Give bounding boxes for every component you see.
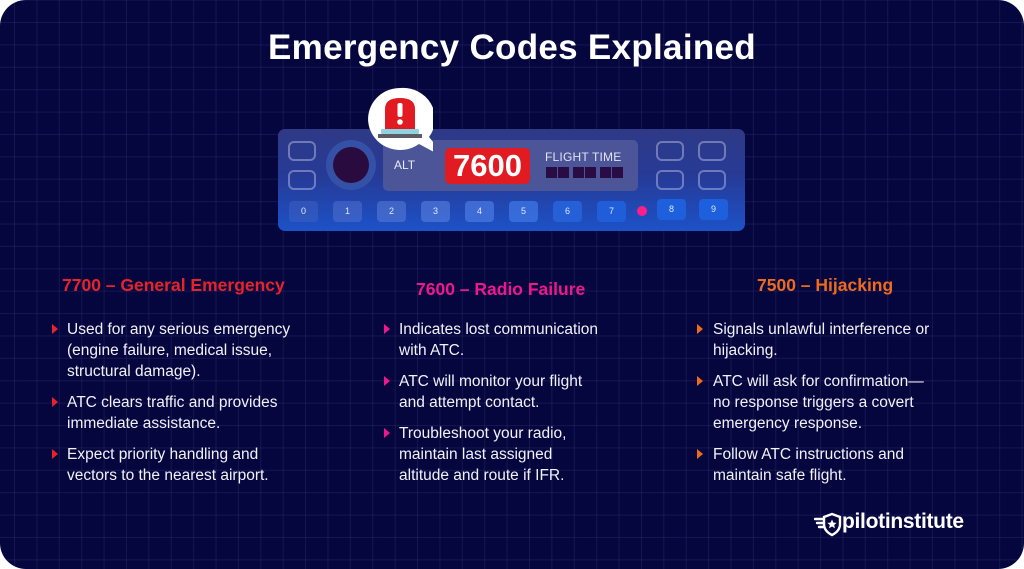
- transponder-function-button: [288, 170, 316, 190]
- page-title: Emergency Codes Explained: [268, 28, 756, 67]
- flight-time-label: FLIGHT TIME: [545, 150, 622, 164]
- bullet-icon: [697, 324, 703, 334]
- transponder-key-8: 8: [657, 199, 686, 220]
- bullet-line: Used for any serious emergency: [67, 321, 291, 338]
- code-7600-heading: 7600 – Radio Failure: [416, 279, 586, 299]
- flight-time-digit: [573, 167, 584, 178]
- bullet-line: maintain safe flight.: [713, 467, 847, 484]
- flight-time-digit: [546, 167, 557, 178]
- transponder-knob: [333, 147, 369, 183]
- infographic-card: Emergency Codes Explained ALT 7600 FLIGH…: [0, 0, 1024, 569]
- transponder-key-6: 6: [553, 201, 582, 222]
- transponder-key-0: 0: [289, 201, 318, 222]
- bullet-line: Indicates lost communication: [399, 321, 599, 338]
- bullet-line: ATC will ask for confirmation—: [713, 373, 924, 390]
- flight-time-digit: [585, 167, 596, 178]
- bullet-line: Signals unlawful interference or: [713, 321, 930, 338]
- bullet-text: ATC will monitor your flight and attempt…: [399, 371, 582, 413]
- alert-bubble: [368, 87, 433, 152]
- transponder-function-button: [656, 141, 684, 161]
- flight-time-digit: [600, 167, 611, 178]
- bullet-line: emergency response.: [713, 415, 863, 432]
- winged-star-shield-icon: [814, 512, 842, 537]
- bullet-line: no response triggers a covert: [713, 394, 914, 411]
- transponder-key-7: 7: [597, 201, 626, 222]
- bullet-line: Troubleshoot your radio,: [399, 425, 567, 442]
- bullet-icon: [52, 449, 58, 459]
- bullet-text: ATC will ask for confirmation— no respon…: [713, 371, 924, 434]
- bullet-text: Follow ATC instructions and maintain saf…: [713, 444, 904, 486]
- transponder-key-3: 3: [421, 201, 450, 222]
- bullet-line: Expect priority handling and: [67, 446, 259, 463]
- flight-time-digit: [558, 167, 569, 178]
- bullet-icon: [52, 397, 58, 407]
- bullet-text: Signals unlawful interference or hijacki…: [713, 319, 929, 361]
- code-7500-heading: 7500 – Hijacking: [757, 275, 894, 295]
- bullet-icon: [697, 376, 703, 386]
- bullet-line: maintain last assigned: [399, 446, 553, 463]
- bullet-line: Follow ATC instructions and: [713, 446, 904, 463]
- flight-time-digit: [612, 167, 623, 178]
- bullet-icon: [384, 428, 390, 438]
- bullet-text: Indicates lost communication with ATC.: [399, 319, 598, 361]
- brand-name: pilotinstitute: [842, 510, 964, 533]
- bullet-icon: [52, 324, 58, 334]
- transponder-function-button: [656, 170, 684, 190]
- bullet-icon: [697, 449, 703, 459]
- transponder-function-button: [288, 141, 316, 161]
- code-7700-heading: 7700 – General Emergency: [62, 275, 285, 295]
- transponder-key-1: 1: [333, 201, 362, 222]
- bullet-line: vectors to the nearest airport.: [67, 467, 269, 484]
- transponder-key-5: 5: [509, 201, 538, 222]
- indicator-led: [637, 206, 647, 216]
- bullet-line: hijacking.: [713, 342, 778, 359]
- bullet-icon: [384, 324, 390, 334]
- transponder-key-4: 4: [465, 201, 494, 222]
- bullet-line: altitude and route if IFR.: [399, 467, 565, 484]
- transponder-function-button: [698, 170, 726, 190]
- bullet-text: Used for any serious emergency (engine f…: [67, 319, 290, 382]
- bullet-text: Troubleshoot your radio, maintain last a…: [399, 423, 566, 486]
- transponder-key-9: 9: [699, 199, 728, 220]
- bullet-line: and attempt contact.: [399, 394, 540, 411]
- transponder-key-2: 2: [377, 201, 406, 222]
- bullet-line: structural damage).: [67, 363, 201, 380]
- bullet-text: ATC clears traffic and provides immediat…: [67, 392, 277, 434]
- bullet-line: with ATC.: [399, 342, 465, 359]
- transponder-function-button: [698, 141, 726, 161]
- bullet-text: Expect priority handling and vectors to …: [67, 444, 269, 486]
- bullet-line: ATC clears traffic and provides: [67, 394, 278, 411]
- bullet-line: ATC will monitor your flight: [399, 373, 583, 390]
- bullet-line: immediate assistance.: [67, 415, 221, 432]
- squawk-code-display: 7600: [445, 148, 530, 184]
- bullet-line: (engine failure, medical issue,: [67, 342, 273, 359]
- alt-label: ALT: [394, 158, 416, 172]
- bullet-icon: [384, 376, 390, 386]
